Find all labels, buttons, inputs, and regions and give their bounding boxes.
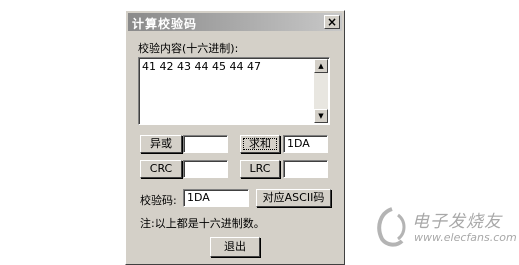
lrc-result-field[interactable] [283, 160, 328, 178]
crc-button[interactable]: CRC [140, 160, 182, 178]
title-bar: 计算校验码 × [128, 13, 342, 31]
scroll-up-icon[interactable]: ▲ [314, 59, 328, 73]
lrc-button[interactable]: LRC [240, 160, 280, 178]
note-text: 注:以上都是十六进制数。 [140, 217, 265, 230]
exit-button[interactable]: 退出 [210, 237, 260, 257]
checksum-label: 校验码: [140, 194, 177, 207]
sum-button[interactable]: 求和 [240, 135, 280, 153]
watermark-cn-text: 电子发烧友 [412, 212, 502, 232]
content-value: 41 42 43 44 45 44 47 [142, 60, 261, 73]
xor-result-field[interactable] [183, 135, 228, 153]
vertical-scrollbar[interactable]: ▲ ▼ [314, 59, 328, 123]
crc-result-field[interactable] [183, 160, 228, 178]
watermark-url-text: www.elecfans.com [414, 231, 517, 244]
xor-button[interactable]: 异或 [140, 135, 182, 153]
sum-result-field[interactable]: 1DA [283, 135, 328, 153]
checksum-dialog: 计算校验码 × 校验内容(十六进制): 41 42 43 44 45 44 47… [125, 10, 345, 265]
close-button[interactable]: × [324, 15, 340, 29]
checksum-field[interactable]: 1DA [183, 189, 249, 207]
watermark-emblem-icon [377, 207, 406, 247]
content-textarea[interactable]: 41 42 43 44 45 44 47 ▲ ▼ [138, 57, 330, 125]
scroll-down-icon[interactable]: ▼ [314, 109, 328, 123]
watermark-logo: 电子发烧友 www.elecfans.com [372, 205, 517, 253]
content-label: 校验内容(十六进制): [138, 42, 239, 55]
dialog-title: 计算校验码 [132, 17, 198, 31]
ascii-button[interactable]: 对应ASCII码 [256, 189, 331, 207]
